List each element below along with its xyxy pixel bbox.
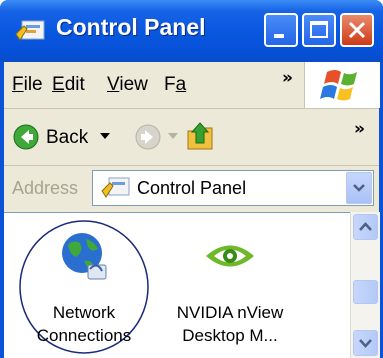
item-label-line1: NVIDIA nView [176,303,284,322]
menu-view-rest: iew [119,74,148,95]
client-area: File Edit View Fa ›› Back ›› Address Con… [4,62,380,358]
menu-fav-accel: a [175,74,187,95]
items-view: Network Connections NVIDIA nView Desktop… [4,212,350,358]
address-bar: Address Control Panel [4,166,379,210]
close-icon [348,21,366,39]
toolbar: Back ›› [4,109,379,166]
control-panel-icon [15,20,45,41]
toolbar-overflow-chevron[interactable]: ›› [354,119,365,139]
menu-fav-first: F [164,74,176,95]
address-value: Control Panel [137,178,247,198]
vertical-scrollbar[interactable] [350,212,380,358]
window: Control Panel File Edit View Fa ›› Back … [0,0,383,358]
chevron-up-icon [359,222,372,231]
menu-view[interactable]: View [107,74,148,96]
scroll-thumb[interactable] [353,280,378,304]
up-folder-icon[interactable] [186,119,216,153]
item-nvidia-nview[interactable]: NVIDIA nView Desktop M... [160,219,300,358]
menu-edit[interactable]: Edit [52,74,85,96]
menu-file-rest: ile [23,74,43,95]
menu-file-accel: F [12,74,24,95]
windows-logo-box [304,62,380,108]
menu-favorites[interactable]: Fa [164,74,186,96]
forward-dropdown-icon[interactable] [168,133,178,141]
maximize-icon [310,21,328,38]
menu-file[interactable]: File [12,74,43,96]
window-title: Control Panel [56,14,206,40]
chevron-down-icon [353,184,365,192]
minimize-button[interactable] [264,13,298,47]
windows-logo-icon [320,70,357,101]
scroll-down-button[interactable] [353,330,378,356]
title-bar[interactable]: Control Panel [0,0,383,62]
address-field[interactable]: Control Panel [92,170,374,206]
back-button-label[interactable]: Back [46,127,88,149]
minimize-icon [274,34,284,38]
item-label-line2: Desktop M... [182,326,278,345]
control-panel-small-icon [101,177,130,198]
scroll-up-button[interactable] [353,214,378,240]
item-network-connections[interactable]: Network Connections [18,219,150,358]
back-arrow-icon[interactable] [12,123,40,151]
forward-arrow-icon[interactable] [134,123,162,151]
menu-edit-accel: E [52,74,65,95]
back-dropdown-icon[interactable] [100,133,110,141]
item-label-line2: Connections [36,326,132,345]
maximize-button[interactable] [302,13,336,47]
menu-view-accel: V [107,74,120,95]
menu-edit-rest: dit [64,74,85,95]
menu-overflow-chevron[interactable]: ›› [282,68,293,88]
address-dropdown-button[interactable] [346,172,372,204]
close-button[interactable] [340,13,374,47]
nvidia-eye-icon [206,245,254,267]
chevron-down-icon [359,339,372,348]
menu-bar: File Edit View Fa ›› [4,62,380,109]
address-label: Address [12,178,79,198]
network-globe-icon [62,233,107,280]
item-label-line1: Network [52,303,116,322]
